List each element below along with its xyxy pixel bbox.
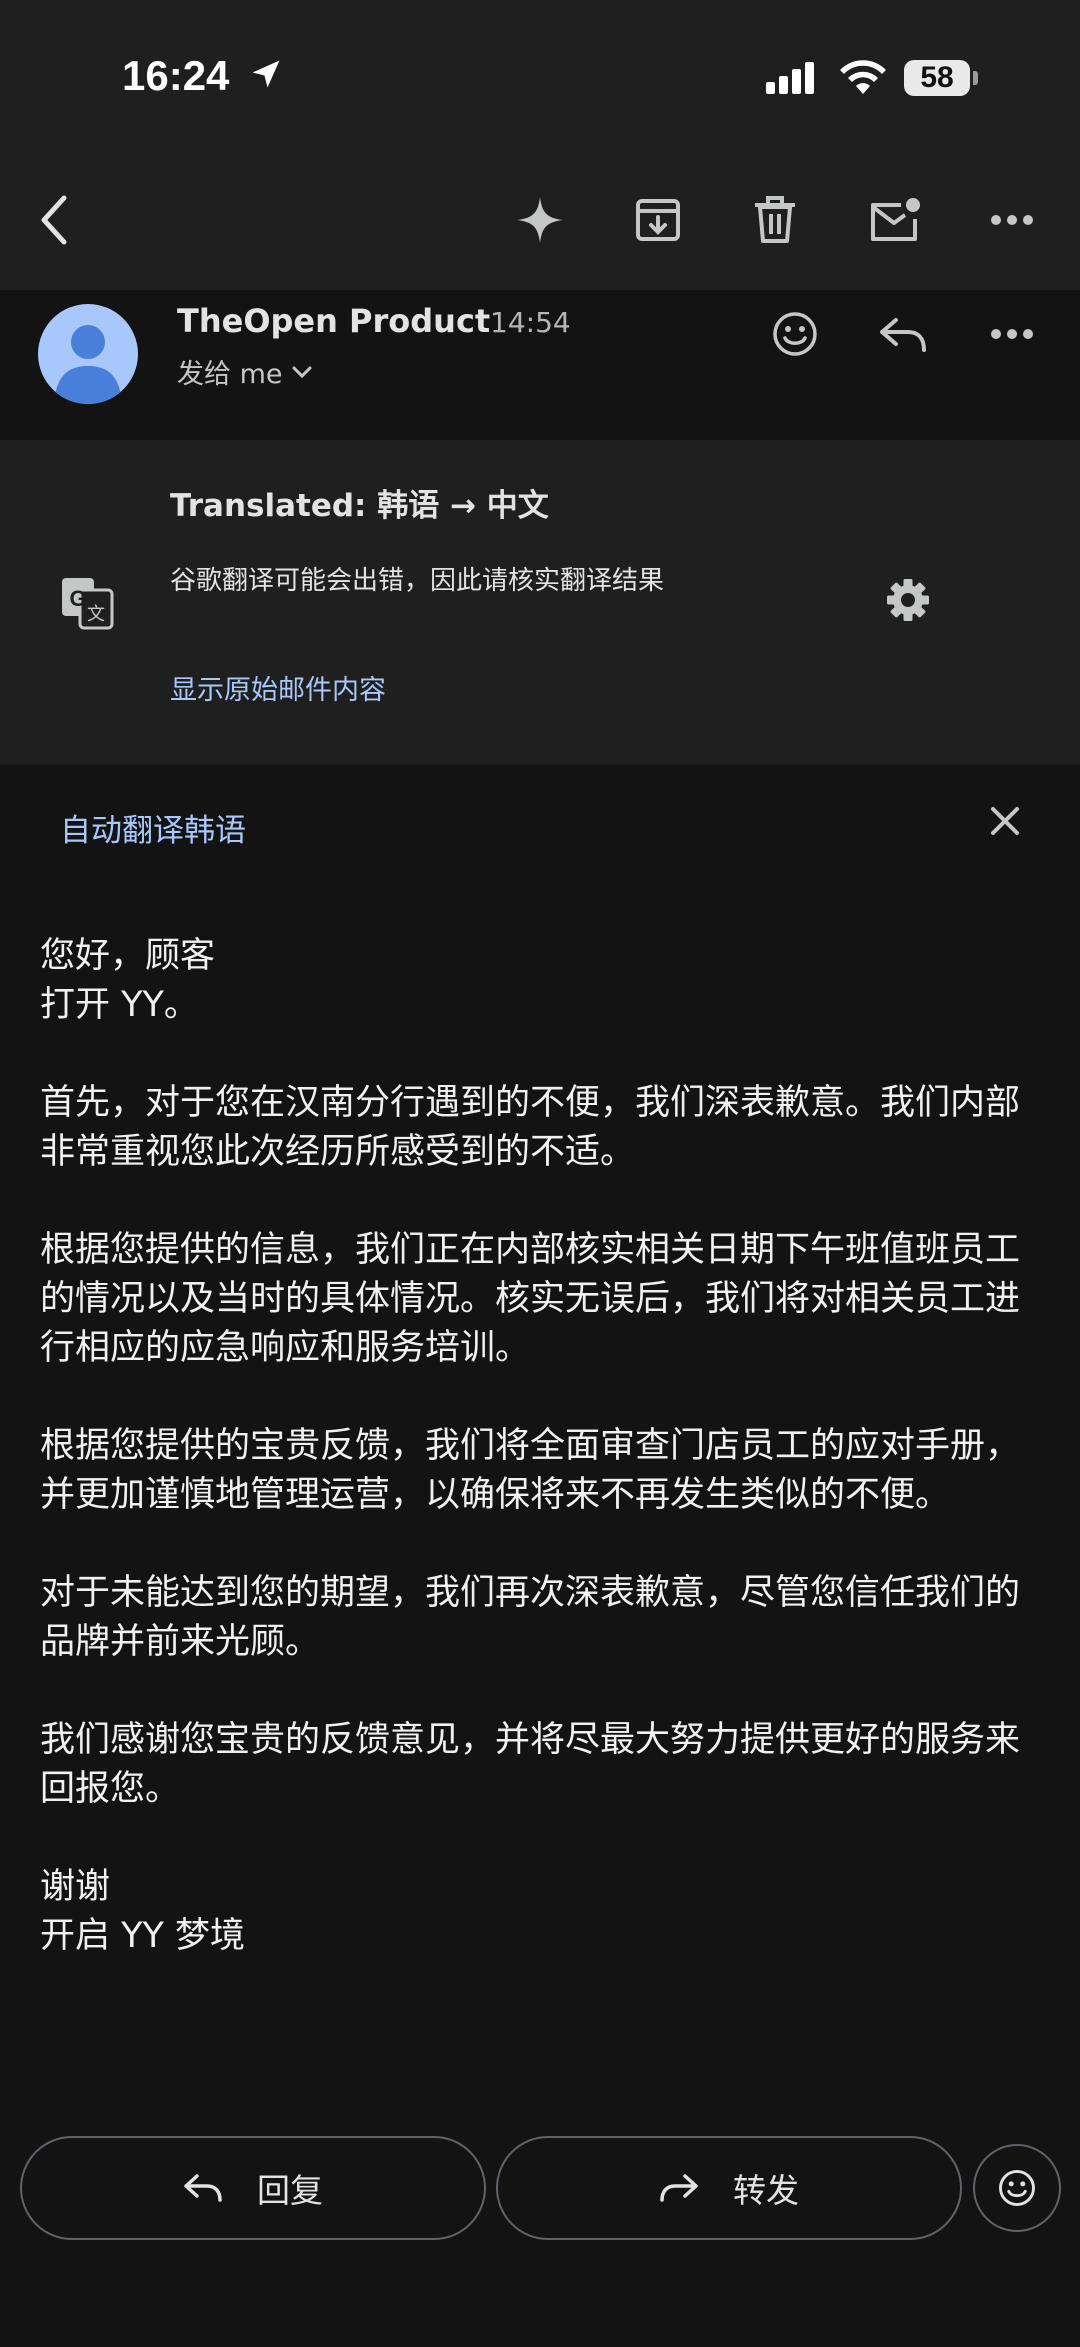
archive-button[interactable] bbox=[628, 190, 688, 250]
top-app-bar: 16:24 58 bbox=[0, 0, 1080, 291]
translation-warning: 谷歌翻译可能会出错，因此请核实翻译结果 bbox=[170, 566, 665, 596]
svg-text:文: 文 bbox=[87, 604, 105, 625]
body-paragraph: 根据您提供的宝贵反馈，我们将全面审查门店员工的应对手册，并更加谨慎地管理运营，以… bbox=[40, 1426, 1021, 1515]
message-more-button[interactable] bbox=[982, 304, 1042, 364]
reply-button[interactable]: 回复 bbox=[20, 2136, 486, 2240]
body-paragraph: 您好，顾客 打开 YY。 bbox=[40, 936, 216, 1025]
to-line-text: 发给 me bbox=[177, 359, 283, 390]
body-paragraph: 对于未能达到您的期望，我们再次深表歉意，尽管您信任我们的品牌并前来光顾。 bbox=[40, 1573, 1021, 1662]
forward-button-label: 转发 bbox=[733, 2171, 799, 2210]
person-icon bbox=[54, 325, 122, 404]
translation-title: Translated: 韩语 → 中文 bbox=[170, 488, 549, 524]
status-time: 16:24 bbox=[122, 52, 230, 99]
emoji-reaction-button[interactable] bbox=[973, 2144, 1061, 2232]
cellular-signal-icon bbox=[766, 62, 814, 94]
more-icon bbox=[991, 329, 1033, 339]
gemini-button[interactable] bbox=[510, 190, 570, 250]
archive-icon bbox=[636, 199, 680, 241]
reply-icon-button[interactable] bbox=[873, 304, 933, 364]
recipient-details-toggle[interactable]: 发给 me bbox=[177, 352, 313, 391]
delete-button[interactable] bbox=[745, 190, 805, 250]
battery-indicator: 58 bbox=[904, 60, 970, 96]
delete-icon bbox=[755, 196, 795, 243]
add-reaction-button[interactable] bbox=[765, 304, 825, 364]
sender-time: 14:54 bbox=[490, 306, 571, 339]
message-body: 您好，顾客 打开 YY。 首先，对于您在汉南分行遇到的不便，我们深表歉意。我们内… bbox=[40, 932, 1040, 2010]
auto-translate-toggle[interactable]: 自动翻译韩语 bbox=[60, 805, 246, 850]
google-translate-icon: G 文 bbox=[62, 578, 114, 630]
body-paragraph: 首先，对于您在汉南分行遇到的不便，我们深表歉意。我们内部非常重视您此次经历所感受… bbox=[40, 1083, 1021, 1172]
reply-icon bbox=[880, 318, 926, 352]
mark-unread-button[interactable] bbox=[865, 190, 925, 250]
reply-icon bbox=[184, 2174, 222, 2202]
body-paragraph: 根据您提供的信息，我们正在内部核实相关日期下午班值班员工的情况以及当时的具体情况… bbox=[40, 1230, 1021, 1368]
mark-unread-icon bbox=[871, 198, 920, 241]
show-original-link[interactable]: 显示原始邮件内容 bbox=[170, 668, 386, 707]
sender-name[interactable]: TheOpen Product bbox=[177, 302, 490, 340]
body-paragraph: 谢谢 开启 YY 梦境 bbox=[40, 1867, 246, 1956]
back-button[interactable] bbox=[24, 190, 84, 250]
reply-button-label: 回复 bbox=[257, 2171, 323, 2210]
battery-cap bbox=[973, 71, 978, 85]
back-icon bbox=[41, 195, 67, 245]
chevron-down-icon bbox=[292, 366, 311, 378]
emoji-icon bbox=[999, 2170, 1035, 2206]
forward-button[interactable]: 转发 bbox=[496, 2136, 962, 2240]
more-options-button[interactable] bbox=[982, 190, 1042, 250]
sender-header: TheOpen Product 14:54 发给 me bbox=[0, 290, 1080, 440]
translation-banner: G 文 Translated: 韩语 → 中文 谷歌翻译可能会出错，因此请核实翻… bbox=[0, 440, 1080, 765]
gear-icon[interactable] bbox=[880, 572, 936, 628]
auto-translate-row: 自动翻译韩语 bbox=[0, 765, 1080, 885]
wifi-icon bbox=[840, 60, 886, 94]
forward-icon bbox=[660, 2174, 698, 2202]
body-paragraph: 我们感谢您宝贵的反馈意见，并将尽最大努力提供更好的服务来回报您。 bbox=[40, 1720, 1021, 1809]
more-icon bbox=[991, 215, 1033, 225]
avatar[interactable] bbox=[38, 304, 138, 404]
sparkle-icon bbox=[517, 197, 563, 243]
emoji-icon bbox=[773, 312, 817, 356]
close-icon[interactable] bbox=[985, 801, 1025, 841]
location-arrow-icon bbox=[252, 60, 280, 88]
svg-text:G: G bbox=[69, 586, 86, 611]
